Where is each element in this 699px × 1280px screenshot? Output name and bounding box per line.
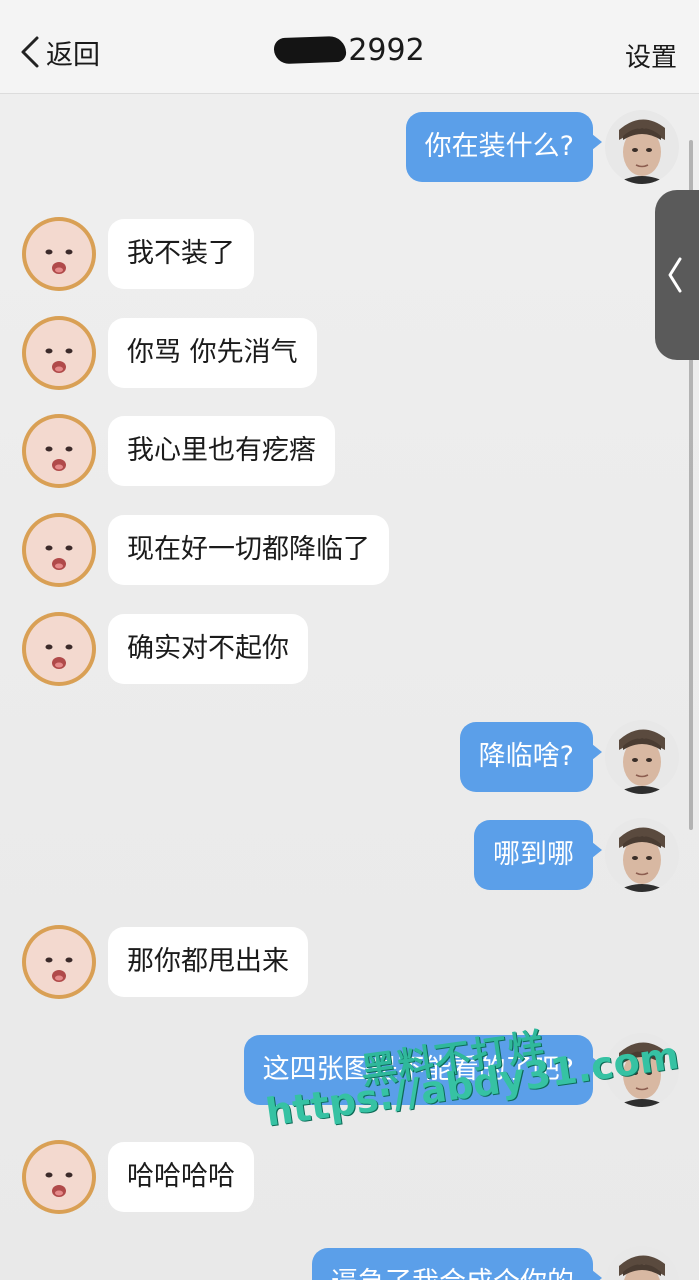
baby-face-icon	[22, 414, 96, 488]
message-row: 逼急了我合成个你的	[312, 1246, 679, 1280]
message-bubble[interactable]: 降临啥?	[459, 722, 603, 792]
contact-avatar[interactable]	[22, 1140, 96, 1214]
message-bubble[interactable]: 我心里也有疙瘩	[108, 416, 335, 486]
message-row: 哈哈哈哈	[22, 1140, 254, 1214]
message-row: 你在装什么?	[405, 110, 679, 184]
contact-avatar[interactable]	[22, 925, 96, 999]
baby-face-icon	[22, 217, 96, 291]
message-row: 那你都甩出来	[22, 925, 308, 999]
man-face-icon	[605, 110, 679, 184]
chat-screen: 返回 2992 设置 你在装什么? 我不装了 你骂 你先消气 我心里也有疙瘩 现…	[0, 0, 699, 1280]
my-avatar[interactable]	[605, 720, 679, 794]
baby-face-icon	[22, 925, 96, 999]
message-row: 哪到哪	[474, 818, 679, 892]
side-drawer-handle[interactable]	[655, 190, 699, 360]
chevron-left-icon	[668, 257, 682, 293]
message-bubble[interactable]: 你骂 你先消气	[108, 318, 317, 388]
message-bubble[interactable]: 逼急了我合成个你的	[312, 1248, 602, 1280]
settings-button[interactable]: 设置	[625, 37, 677, 74]
message-bubble[interactable]: 哪到哪	[474, 820, 602, 890]
message-bubble[interactable]: 哈哈哈哈	[108, 1142, 254, 1212]
message-row: 我心里也有疙瘩	[22, 414, 335, 488]
my-avatar[interactable]	[605, 1246, 679, 1280]
message-row: 确实对不起你	[22, 612, 308, 686]
chat-title-text: 2992	[348, 33, 425, 68]
contact-avatar[interactable]	[22, 612, 96, 686]
chat-title: 2992	[0, 33, 699, 68]
baby-face-icon	[22, 513, 96, 587]
message-bubble[interactable]: 确实对不起你	[108, 614, 308, 684]
contact-avatar[interactable]	[22, 217, 96, 291]
message-bubble[interactable]: 我不装了	[108, 219, 254, 289]
contact-avatar[interactable]	[22, 316, 96, 390]
message-bubble[interactable]: 那你都甩出来	[108, 927, 308, 997]
nav-bar: 返回 2992 设置	[0, 0, 699, 94]
message-bubble[interactable]: 现在好一切都降临了	[108, 515, 389, 585]
message-row: 降临啥?	[459, 720, 679, 794]
man-face-icon	[605, 818, 679, 892]
redaction-mark	[273, 35, 347, 65]
message-row: 你骂 你先消气	[22, 316, 317, 390]
contact-avatar[interactable]	[22, 513, 96, 587]
man-face-icon	[605, 1246, 679, 1280]
my-avatar[interactable]	[605, 818, 679, 892]
baby-face-icon	[22, 612, 96, 686]
baby-face-icon	[22, 1140, 96, 1214]
message-row: 现在好一切都降临了	[22, 513, 389, 587]
message-row: 我不装了	[22, 217, 254, 291]
baby-face-icon	[22, 316, 96, 390]
man-face-icon	[605, 720, 679, 794]
contact-avatar[interactable]	[22, 414, 96, 488]
message-bubble[interactable]: 你在装什么?	[405, 112, 603, 182]
my-avatar[interactable]	[605, 110, 679, 184]
